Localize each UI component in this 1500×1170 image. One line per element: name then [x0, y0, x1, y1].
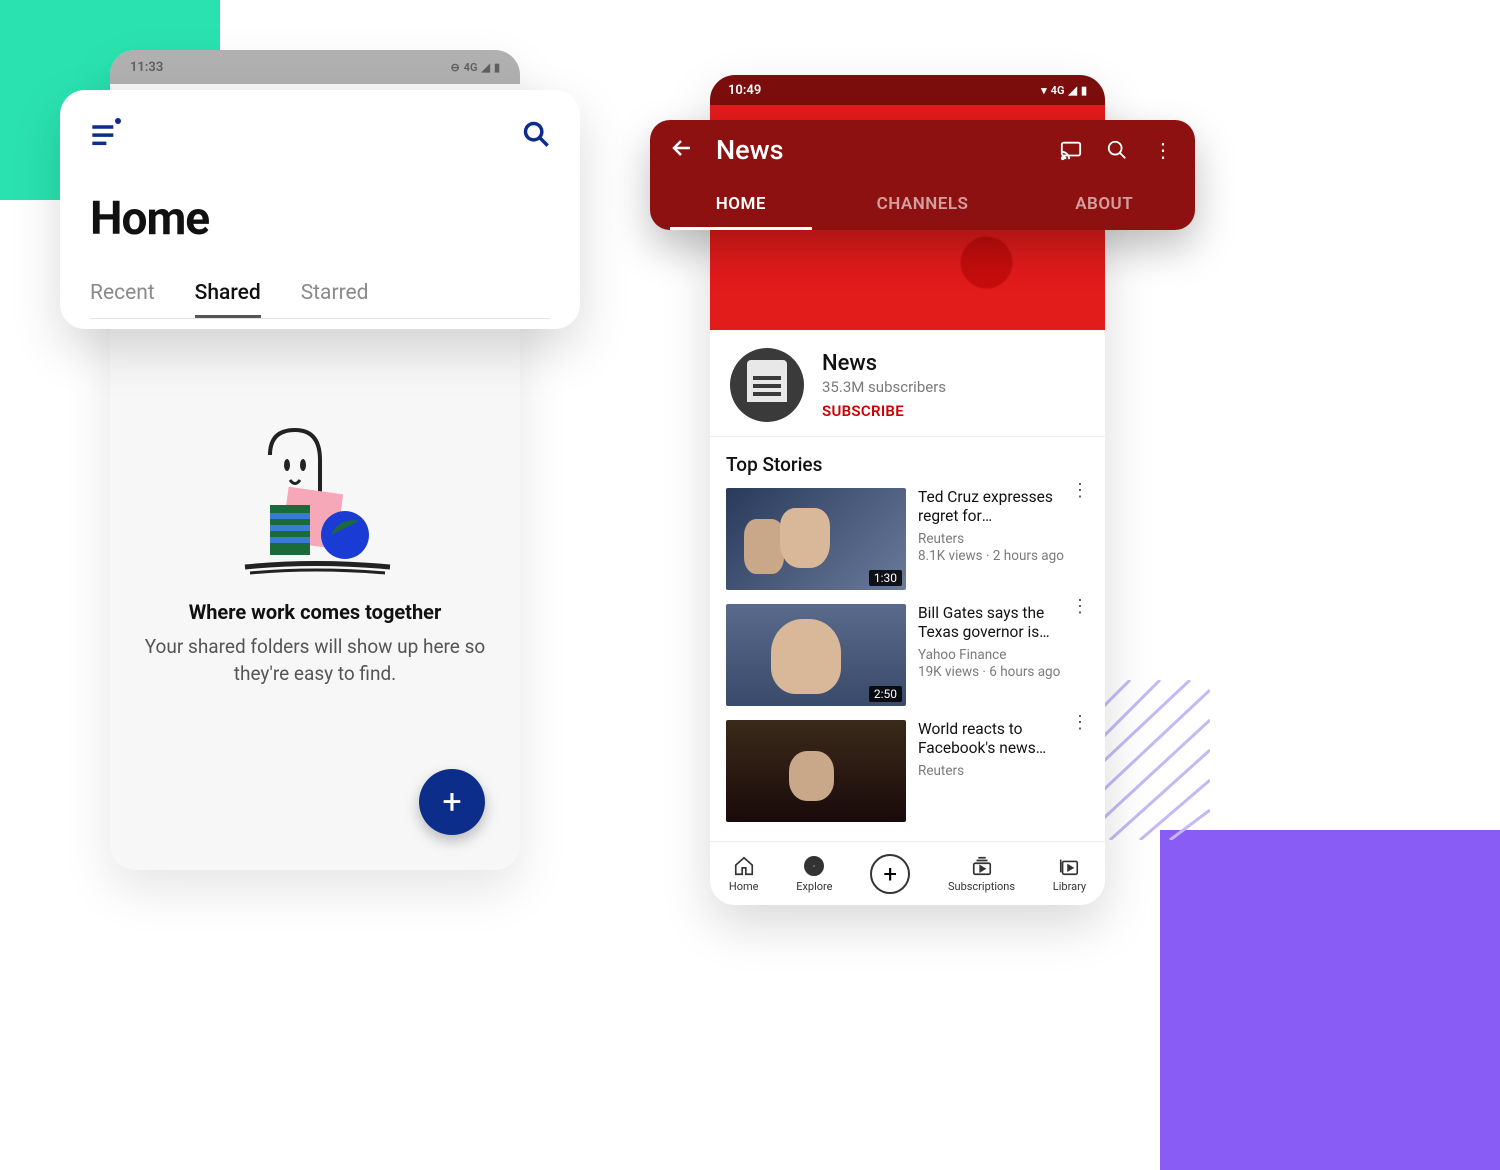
nav-create[interactable]: + [870, 854, 910, 894]
fab-create[interactable]: + [419, 769, 485, 835]
kebab-icon[interactable]: ⋮ [1071, 488, 1089, 494]
search-icon[interactable] [1105, 138, 1129, 162]
empty-illustration [215, 425, 415, 585]
video-source: Yahoo Finance [918, 647, 1071, 663]
video-item[interactable]: 1:30 Ted Cruz expresses regret for contr… [726, 488, 1089, 590]
empty-heading: Where work comes together [110, 600, 520, 624]
subscribe-button[interactable]: SUBSCRIBE [822, 402, 946, 420]
channel-name: News [822, 351, 946, 376]
dropbox-header-card: Home Recent Shared Starred [60, 90, 580, 329]
tab-recent[interactable]: Recent [90, 281, 155, 318]
video-stats: 8.1K views · 2 hours ago [918, 548, 1071, 564]
video-stats: 19K views · 6 hours ago [918, 664, 1071, 680]
video-item[interactable]: 2:50 Bill Gates says the Texas governor … [726, 604, 1089, 706]
nav-library[interactable]: Library [1053, 855, 1086, 893]
channel-header: News 35.3M subscribers SUBSCRIBE [710, 330, 1105, 436]
kebab-icon[interactable]: ⋮ [1071, 604, 1089, 610]
video-item[interactable]: World reacts to Facebook's news ban… Reu… [726, 720, 1089, 822]
tab-channels[interactable]: CHANNELS [832, 180, 1014, 230]
back-icon[interactable] [670, 136, 694, 164]
bottom-nav: Home Explore + Subscriptions Library [710, 841, 1105, 905]
status-time: 10:49 [728, 83, 761, 98]
top-stories-section: Top Stories 1:30 Ted Cruz expresses regr… [710, 436, 1105, 842]
channel-avatar[interactable] [730, 348, 804, 422]
video-duration: 1:30 [869, 570, 902, 586]
tab-starred[interactable]: Starred [301, 281, 369, 318]
youtube-appbar-card: News ⋮ HOME CHANNELS ABOUT [650, 120, 1195, 230]
tab-about[interactable]: ABOUT [1013, 180, 1195, 230]
channel-subcount: 35.3M subscribers [822, 378, 946, 396]
decor-purple-square [1160, 830, 1500, 1170]
page-title: Home [90, 192, 550, 246]
home-tabs: Recent Shared Starred [90, 281, 550, 319]
video-thumbnail[interactable]: 1:30 [726, 488, 906, 590]
video-source: Reuters [918, 531, 1071, 547]
nav-home[interactable]: Home [729, 855, 759, 893]
menu-icon[interactable] [90, 120, 118, 152]
kebab-icon[interactable]: ⋮ [1071, 720, 1089, 726]
appbar-title: News [716, 134, 1037, 166]
empty-subtext: Your shared folders will show up here so… [110, 634, 520, 687]
status-icons: ▾4G◢▮ [1041, 84, 1087, 97]
video-thumbnail[interactable]: 2:50 [726, 604, 906, 706]
nav-subscriptions[interactable]: Subscriptions [948, 855, 1015, 893]
tab-shared[interactable]: Shared [195, 281, 261, 318]
search-icon[interactable] [522, 120, 550, 152]
channel-tabs: HOME CHANNELS ABOUT [650, 180, 1195, 230]
video-title: World reacts to Facebook's news ban… [918, 720, 1071, 759]
nav-explore[interactable]: Explore [796, 855, 832, 893]
video-thumbnail[interactable] [726, 720, 906, 822]
status-bar: 11:33 ⊖4G◢▮ [110, 50, 520, 84]
cast-icon[interactable] [1059, 138, 1083, 162]
video-duration: 2:50 [869, 686, 902, 702]
video-title: Bill Gates says the Texas governor is 'w… [918, 604, 1071, 643]
status-time: 11:33 [130, 60, 163, 75]
section-title: Top Stories [726, 453, 1089, 476]
status-icons: ⊖4G◢▮ [450, 61, 500, 74]
kebab-icon[interactable]: ⋮ [1151, 138, 1175, 162]
tab-home[interactable]: HOME [650, 180, 832, 230]
video-title: Ted Cruz expresses regret for controvers… [918, 488, 1071, 527]
status-bar: 10:49 ▾4G◢▮ [710, 75, 1105, 105]
video-source: Reuters [918, 763, 1071, 779]
